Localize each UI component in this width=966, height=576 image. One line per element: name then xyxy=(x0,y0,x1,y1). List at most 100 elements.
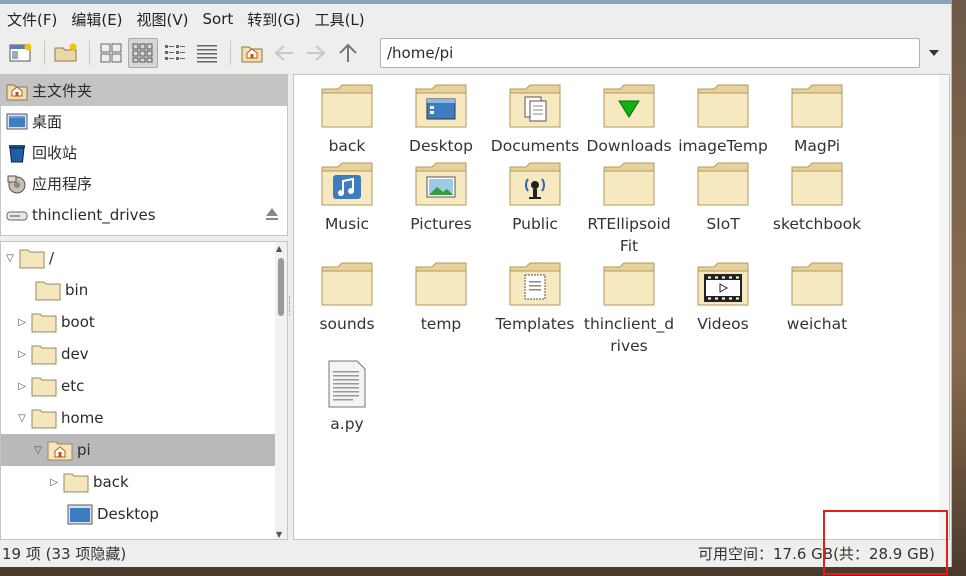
view-compact-button[interactable] xyxy=(160,38,190,68)
new-folder-button[interactable] xyxy=(51,38,81,68)
folder-music-icon xyxy=(321,159,373,207)
folder-icon xyxy=(791,159,843,207)
tree-item-dev[interactable]: ▷ dev xyxy=(1,338,287,370)
file-label: sketchbook xyxy=(772,215,862,233)
scroll-down-icon[interactable]: ▼ xyxy=(276,530,282,539)
file-label: RTEllipsoidFit xyxy=(587,215,671,255)
tree-item-desktop[interactable]: Desktop xyxy=(1,498,287,530)
highlight-annotation xyxy=(823,510,948,575)
place-desktop[interactable]: 桌面 xyxy=(1,106,287,137)
file-item-downloads[interactable]: Downloads xyxy=(582,81,676,157)
file-item-sounds[interactable]: sounds xyxy=(300,259,394,335)
file-item-rtellipsoidfit[interactable]: RTEllipsoidFit xyxy=(582,159,676,257)
tree-item-pi[interactable]: ▽ pi xyxy=(1,434,287,466)
file-item-back[interactable]: back xyxy=(300,81,394,157)
file-item-public[interactable]: Public xyxy=(488,159,582,235)
trash-icon xyxy=(6,142,28,164)
expander-closed-icon[interactable]: ▷ xyxy=(15,379,29,393)
file-item-magpi[interactable]: MagPi xyxy=(770,81,864,157)
file-item-videos[interactable]: Videos xyxy=(676,259,770,335)
tree-label: pi xyxy=(77,441,91,459)
tree-item-home[interactable]: ▽ home xyxy=(1,402,287,434)
folder-icon xyxy=(697,81,749,129)
arrow-left-icon xyxy=(274,45,293,61)
place-label: 应用程序 xyxy=(32,175,93,193)
folder-icon xyxy=(791,81,843,129)
place-trash[interactable]: 回收站 xyxy=(1,137,287,168)
view-thumbnails-button[interactable] xyxy=(96,38,126,68)
expander-closed-icon[interactable]: ▷ xyxy=(15,315,29,329)
home-button[interactable] xyxy=(237,38,267,68)
new-folder-icon xyxy=(54,43,77,62)
file-item-thinclient-drives[interactable]: thinclient_drives xyxy=(582,259,676,357)
file-item-weichat[interactable]: weichat xyxy=(770,259,864,335)
tree-label: dev xyxy=(61,345,89,363)
expander-closed-icon[interactable]: ▷ xyxy=(47,475,61,489)
applications-icon xyxy=(6,173,28,195)
tree-item-boot[interactable]: ▷ boot xyxy=(1,306,287,338)
folder-downloads-icon xyxy=(603,81,655,129)
path-text: /home/pi xyxy=(387,44,454,62)
toolbar: /home/pi xyxy=(0,34,952,72)
folder-icon xyxy=(31,345,57,365)
tree-item-etc[interactable]: ▷ etc xyxy=(1,370,287,402)
folder-public-icon xyxy=(509,159,561,207)
place-label: 主文件夹 xyxy=(32,82,93,100)
toolbar-separator xyxy=(44,41,45,65)
scroll-up-icon[interactable]: ▲ xyxy=(276,244,282,253)
folder-templates-icon xyxy=(509,259,561,307)
tree-label: Desktop xyxy=(97,505,159,523)
folder-icon xyxy=(603,159,655,207)
tree-item-root[interactable]: ▽ / xyxy=(1,242,287,274)
file-item-documents[interactable]: Documents xyxy=(488,81,582,157)
file-label: Downloads xyxy=(586,137,672,155)
menu-tools[interactable]: 工具(L) xyxy=(308,9,372,30)
menu-edit[interactable]: 编辑(E) xyxy=(64,9,129,30)
folder-icon xyxy=(31,409,57,429)
file-item-a-py[interactable]: a.py xyxy=(300,359,394,435)
file-item-imagetemp[interactable]: imageTemp xyxy=(676,81,770,157)
expander-open-icon[interactable]: ▽ xyxy=(31,443,45,457)
place-thinclient-drives[interactable]: thinclient_drives xyxy=(1,199,287,230)
scrollbar-thumb[interactable] xyxy=(278,258,284,316)
menu-sort[interactable]: Sort xyxy=(196,10,241,28)
file-item-pictures[interactable]: Pictures xyxy=(394,159,488,235)
path-history-dropdown[interactable] xyxy=(924,38,944,68)
compact-view-icon xyxy=(165,45,185,60)
place-applications[interactable]: 应用程序 xyxy=(1,168,287,199)
up-button[interactable] xyxy=(333,38,363,68)
back-button[interactable] xyxy=(269,38,299,68)
eject-icon[interactable] xyxy=(265,207,279,221)
tree-item-back[interactable]: ▷ back xyxy=(1,466,287,498)
path-input[interactable]: /home/pi xyxy=(380,38,920,68)
pane-splitter[interactable] xyxy=(289,296,292,316)
new-window-button[interactable] xyxy=(6,38,36,68)
file-item-sketchbook[interactable]: sketchbook xyxy=(770,159,864,235)
folder-icon xyxy=(31,313,57,333)
view-list-button[interactable] xyxy=(192,38,222,68)
expander-open-icon[interactable]: ▽ xyxy=(3,251,17,265)
file-item-music[interactable]: Music xyxy=(300,159,394,235)
menu-file[interactable]: 文件(F) xyxy=(0,9,64,30)
file-label: sounds xyxy=(319,315,375,333)
main-scrollbar[interactable] xyxy=(939,75,949,539)
expander-open-icon[interactable]: ▽ xyxy=(15,411,29,425)
tree-label: back xyxy=(93,473,129,491)
expander-closed-icon[interactable]: ▷ xyxy=(15,347,29,361)
new-window-icon xyxy=(9,43,32,62)
place-home[interactable]: 主文件夹 xyxy=(1,75,287,106)
place-label: 桌面 xyxy=(32,113,63,131)
file-item-desktop[interactable]: Desktop xyxy=(394,81,488,157)
desktop-icon xyxy=(6,111,28,133)
view-icons-button[interactable] xyxy=(128,38,158,68)
file-item-templates[interactable]: Templates xyxy=(488,259,582,335)
menu-view[interactable]: 视图(V) xyxy=(130,9,196,30)
menu-go[interactable]: 转到(G) xyxy=(240,9,307,30)
forward-button[interactable] xyxy=(301,38,331,68)
file-item-siot[interactable]: SIoT xyxy=(676,159,770,235)
file-icon-view: back Desktop Documents Downloads imageTemp Ma… xyxy=(293,74,950,540)
directory-tree: ▽ / bin ▷ boot ▷ dev ▷ etc ▽ home ▽ pi ▷… xyxy=(0,241,288,540)
tree-scrollbar[interactable]: ▲ ▼ xyxy=(275,242,287,539)
tree-item-bin[interactable]: bin xyxy=(1,274,287,306)
file-item-temp[interactable]: temp xyxy=(394,259,488,335)
